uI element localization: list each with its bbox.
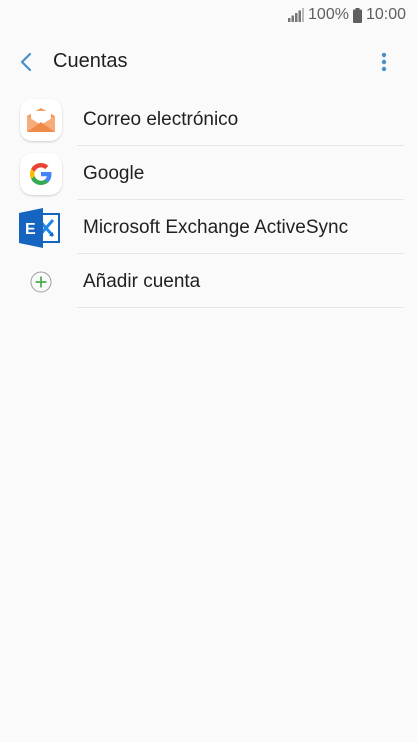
list-item-add-account[interactable]: Añadir cuenta bbox=[0, 254, 417, 308]
status-bar: 100% 10:00 bbox=[0, 0, 417, 32]
chevron-left-icon bbox=[20, 52, 32, 72]
exchange-icon: E bbox=[19, 208, 60, 248]
add-icon bbox=[30, 271, 52, 293]
battery-percentage: 100% bbox=[308, 6, 349, 23]
account-list: Correo electrónico Google E Microsoft Ex… bbox=[0, 92, 417, 308]
svg-text:E: E bbox=[25, 221, 36, 238]
list-item-label: Correo electrónico bbox=[83, 109, 239, 130]
app-header: Cuentas bbox=[0, 32, 417, 90]
google-app-icon bbox=[19, 152, 63, 196]
list-item-email[interactable]: Correo electrónico bbox=[0, 92, 417, 146]
list-item-label: Google bbox=[83, 163, 145, 184]
more-vertical-icon bbox=[381, 52, 387, 72]
add-account-icon-wrap bbox=[19, 260, 63, 304]
more-options-button[interactable] bbox=[370, 47, 398, 77]
battery-icon bbox=[352, 7, 362, 23]
back-button[interactable] bbox=[10, 46, 42, 78]
email-app-icon bbox=[19, 98, 63, 142]
exchange-app-icon: E bbox=[19, 206, 63, 250]
list-item-label: Microsoft Exchange ActiveSync bbox=[83, 217, 349, 238]
divider bbox=[77, 307, 404, 308]
list-item-google[interactable]: Google bbox=[0, 146, 417, 200]
signal-icon bbox=[288, 8, 305, 22]
status-indicators: 100% 10:00 bbox=[288, 5, 406, 25]
clock: 10:00 bbox=[365, 6, 406, 23]
list-item-label: Añadir cuenta bbox=[83, 271, 201, 292]
page-title: Cuentas bbox=[53, 50, 128, 72]
email-icon bbox=[27, 108, 55, 132]
google-icon bbox=[30, 163, 52, 185]
list-item-exchange[interactable]: E Microsoft Exchange ActiveSync bbox=[0, 200, 417, 254]
